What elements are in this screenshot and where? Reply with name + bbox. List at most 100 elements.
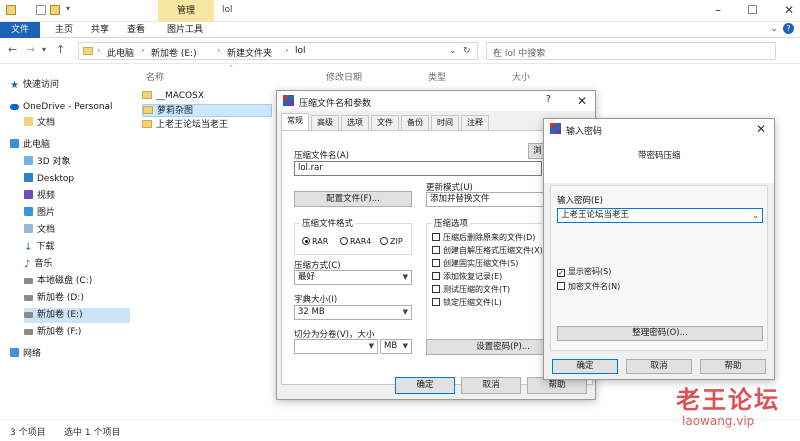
close-icon[interactable]: ✕	[784, 3, 794, 17]
column-header-name[interactable]: 名称	[146, 70, 164, 83]
close-icon[interactable]: ✕	[577, 94, 587, 108]
split-size-input[interactable]: ▼	[294, 339, 378, 354]
recent-dropdown-icon[interactable]: ▾	[42, 45, 46, 54]
list-item[interactable]: 萝莉杂图	[142, 104, 272, 117]
option-test-files[interactable]: 测试压缩的文件(T)	[432, 284, 510, 295]
maximize-icon[interactable]: ☐	[747, 3, 758, 17]
ok-button[interactable]: 确定	[395, 377, 455, 394]
sidebar-item-documents[interactable]: 文档	[24, 116, 130, 131]
quick-access-dropdown-icon[interactable]: ▾	[66, 4, 70, 13]
sidebar-item-drive-f[interactable]: 新加卷 (F:)	[24, 325, 130, 340]
sidebar-item-downloads[interactable]: ↓ 下载	[24, 240, 130, 255]
password-heading: 带密码压缩	[638, 151, 681, 161]
format-radio-rar4[interactable]: RAR4	[340, 237, 371, 246]
tab-advanced[interactable]: 高级	[311, 115, 339, 130]
document-icon	[24, 224, 33, 233]
tab-home[interactable]: 主页	[52, 22, 76, 38]
tab-time[interactable]: 时间	[431, 115, 459, 130]
download-arrow-icon: ↓	[24, 242, 33, 253]
watermark-text-cn: 老王论坛	[676, 386, 780, 414]
ribbon: 文件 主页 共享 查看 图片工具 ⌄ ?	[0, 22, 800, 38]
sidebar-item-onedrive[interactable]: OneDrive - Personal	[10, 100, 116, 115]
help-icon[interactable]: ?	[783, 23, 794, 34]
properties-icon[interactable]	[36, 5, 46, 15]
crumb-drive-e[interactable]: 新加卷 (E:)	[151, 46, 197, 59]
sidebar-item-drive-d[interactable]: 新加卷 (D:)	[24, 291, 130, 306]
archive-name-input[interactable]: lol.rar	[294, 161, 542, 176]
context-tab-manage[interactable]: 管理	[158, 0, 214, 22]
option-create-sfx[interactable]: 创建自解压格式压缩文件(X)	[432, 245, 543, 256]
tab-comment[interactable]: 注释	[461, 115, 489, 130]
sidebar-item-pictures[interactable]: 图片	[24, 206, 130, 221]
refresh-icon[interactable]: ↻	[463, 46, 471, 56]
option-lock-archive[interactable]: 锁定压缩文件(L)	[432, 297, 502, 308]
dictionary-select[interactable]: 32 MB ▼	[294, 305, 412, 320]
cancel-button[interactable]: 取消	[626, 359, 692, 374]
help-question-icon[interactable]: ?	[546, 94, 551, 105]
password-dialog-titlebar: 输入密码 ✕	[544, 119, 774, 139]
sidebar-item-this-pc[interactable]: 此电脑	[10, 138, 116, 153]
tab-share[interactable]: 共享	[88, 22, 112, 38]
up-arrow-icon[interactable]: ↑	[56, 43, 65, 56]
organize-passwords-button[interactable]: 整理密码(O)...	[557, 326, 763, 341]
option-create-solid[interactable]: 创建固实压缩文件(S)	[432, 258, 518, 269]
tab-view[interactable]: 查看	[124, 22, 148, 38]
format-group-label: 压缩文件格式	[300, 217, 356, 229]
close-icon[interactable]: ✕	[756, 122, 766, 136]
sidebar-item-quick-access[interactable]: ★ 快速访问	[10, 78, 116, 93]
crumb-this-pc[interactable]: 此电脑	[107, 46, 134, 59]
tab-options[interactable]: 选项	[341, 115, 369, 130]
column-header-modified[interactable]: 修改日期	[326, 70, 362, 83]
address-box[interactable]: › 此电脑 › 新加卷 (E:) › 新建文件夹 › lol ⌄ ↻	[78, 42, 478, 60]
cloud-icon	[10, 104, 19, 110]
sidebar-item-3d-objects[interactable]: 3D 对象	[24, 155, 130, 170]
cancel-button[interactable]: 取消	[461, 377, 521, 394]
crumb-new-folder[interactable]: 新建文件夹	[227, 46, 272, 59]
sidebar-item-music[interactable]: ♪ 音乐	[24, 257, 130, 272]
tab-files[interactable]: 文件	[371, 115, 399, 130]
split-unit-select[interactable]: MB ▼	[380, 339, 412, 354]
list-item[interactable]: 上老王论坛当老王	[142, 119, 272, 132]
chevron-down-icon: ▼	[402, 273, 408, 281]
archive-dialog-title: 压缩文件名和参数	[299, 99, 372, 109]
chevron-down-icon[interactable]: ⌄	[770, 24, 778, 34]
search-input[interactable]: 在 lol 中搜索 ⌕	[486, 42, 776, 60]
column-header-type[interactable]: 类型	[428, 70, 446, 83]
tab-file[interactable]: 文件	[0, 22, 40, 38]
folder-icon	[6, 5, 16, 15]
sidebar-item-network[interactable]: 网络	[10, 347, 116, 362]
show-password-checkbox[interactable]: ✓ 显示密码(S)	[557, 266, 611, 277]
watermark-text-en: laowang.vip	[682, 414, 755, 428]
back-arrow-icon[interactable]: ←	[8, 43, 17, 56]
explorer-titlebar: ▾ 管理 lol – ☐ ✕	[0, 0, 800, 22]
sidebar-item-drive-c[interactable]: 本地磁盘 (C:)	[24, 274, 130, 289]
ok-button[interactable]: 确定	[552, 359, 618, 374]
method-select[interactable]: 最好 ▼	[294, 270, 412, 285]
sidebar-item-documents-pc[interactable]: 文档	[24, 223, 130, 238]
option-recovery-record[interactable]: 添加恢复记录(E)	[432, 271, 502, 282]
password-input[interactable]: 上老王论坛当老王 ⌄	[557, 208, 763, 223]
option-delete-after[interactable]: 压缩后删除原来的文件(D)	[432, 232, 535, 243]
tab-picture-tools[interactable]: 图片工具	[160, 22, 210, 38]
sidebar-item-videos[interactable]: 视频	[24, 189, 130, 204]
crumb-separator-icon: ›	[141, 46, 145, 56]
list-item[interactable]: __MACOSX	[142, 90, 272, 103]
minimize-icon[interactable]: –	[715, 3, 721, 17]
column-header-size[interactable]: 大小	[512, 70, 530, 83]
winrar-logo-icon	[283, 95, 294, 106]
window-title: lol	[222, 5, 233, 15]
sidebar-item-drive-e[interactable]: 新加卷 (E:)	[24, 308, 130, 323]
tab-backup[interactable]: 备份	[401, 115, 429, 130]
forward-arrow-icon[interactable]: →	[26, 43, 35, 56]
sidebar-item-desktop[interactable]: Desktop	[24, 172, 130, 187]
encrypt-filenames-checkbox[interactable]: 加密文件名(N)	[557, 281, 620, 292]
help-button[interactable]: 帮助	[700, 359, 766, 374]
crumb-lol[interactable]: lol	[295, 46, 306, 56]
new-folder-icon[interactable]	[50, 5, 60, 15]
address-dropdown-icon[interactable]: ⌄	[449, 46, 457, 56]
format-radio-zip[interactable]: ZIP	[380, 237, 403, 246]
tab-general[interactable]: 常规	[281, 113, 309, 130]
profiles-button[interactable]: 配置文件(F)...	[294, 191, 412, 207]
drive-icon	[24, 329, 33, 335]
format-radio-rar[interactable]: RAR	[302, 237, 328, 246]
